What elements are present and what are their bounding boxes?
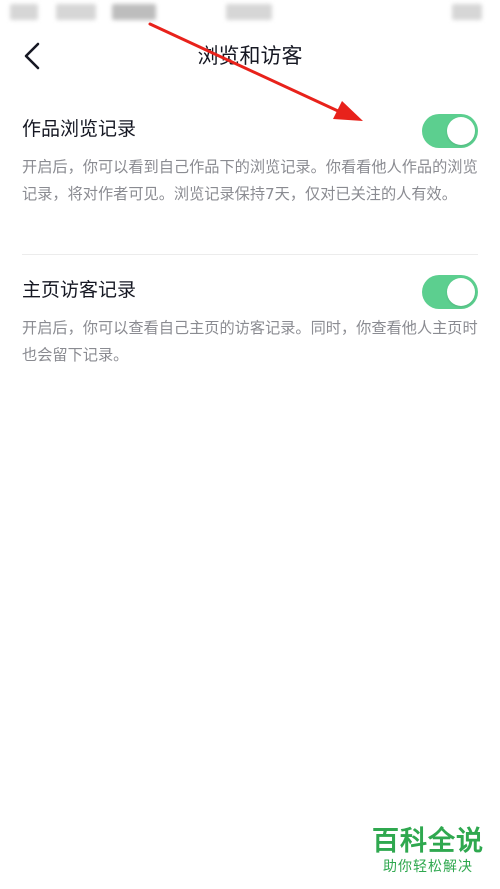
navigation-bar: 浏览和访客	[0, 24, 500, 88]
setting-profile-visitor-history: 主页访客记录 开启后，你可以查看自己主页的访客记录。同时，你查看他人主页时也会留…	[22, 275, 478, 368]
setting-description: 开启后，你可以看到自己作品下的浏览记录。你看看他人作品的浏览记录，将对作者可见。…	[22, 158, 478, 203]
setting-title: 作品浏览记录	[22, 118, 137, 140]
setting-title: 主页访客记录	[22, 279, 137, 301]
setting-work-view-history: 作品浏览记录 开启后，你可以看到自己作品下的浏览记录。你看看他人作品的浏览记录，…	[22, 114, 478, 207]
profile-visitor-history-toggle[interactable]	[422, 275, 478, 309]
status-bar-redacted-block	[452, 4, 482, 20]
status-bar-redacted-block	[10, 4, 38, 20]
status-bar	[0, 0, 500, 24]
setting-description: 开启后，你可以查看自己主页的访客记录。同时，你查看他人主页时也会留下记录。	[22, 319, 478, 364]
toggle-knob	[447, 278, 475, 306]
toggle-knob	[447, 117, 475, 145]
divider	[22, 254, 478, 255]
page-title: 浏览和访客	[197, 44, 303, 68]
watermark-logo: 百科全说 助你轻松解决	[372, 826, 484, 876]
watermark-subtitle: 助你轻松解决	[383, 859, 473, 875]
status-bar-redacted-block	[56, 4, 96, 20]
work-view-history-toggle[interactable]	[422, 114, 478, 148]
watermark-title: 百科全说	[372, 826, 484, 857]
status-bar-redacted-block	[226, 4, 272, 20]
status-bar-redacted-block	[112, 4, 156, 20]
